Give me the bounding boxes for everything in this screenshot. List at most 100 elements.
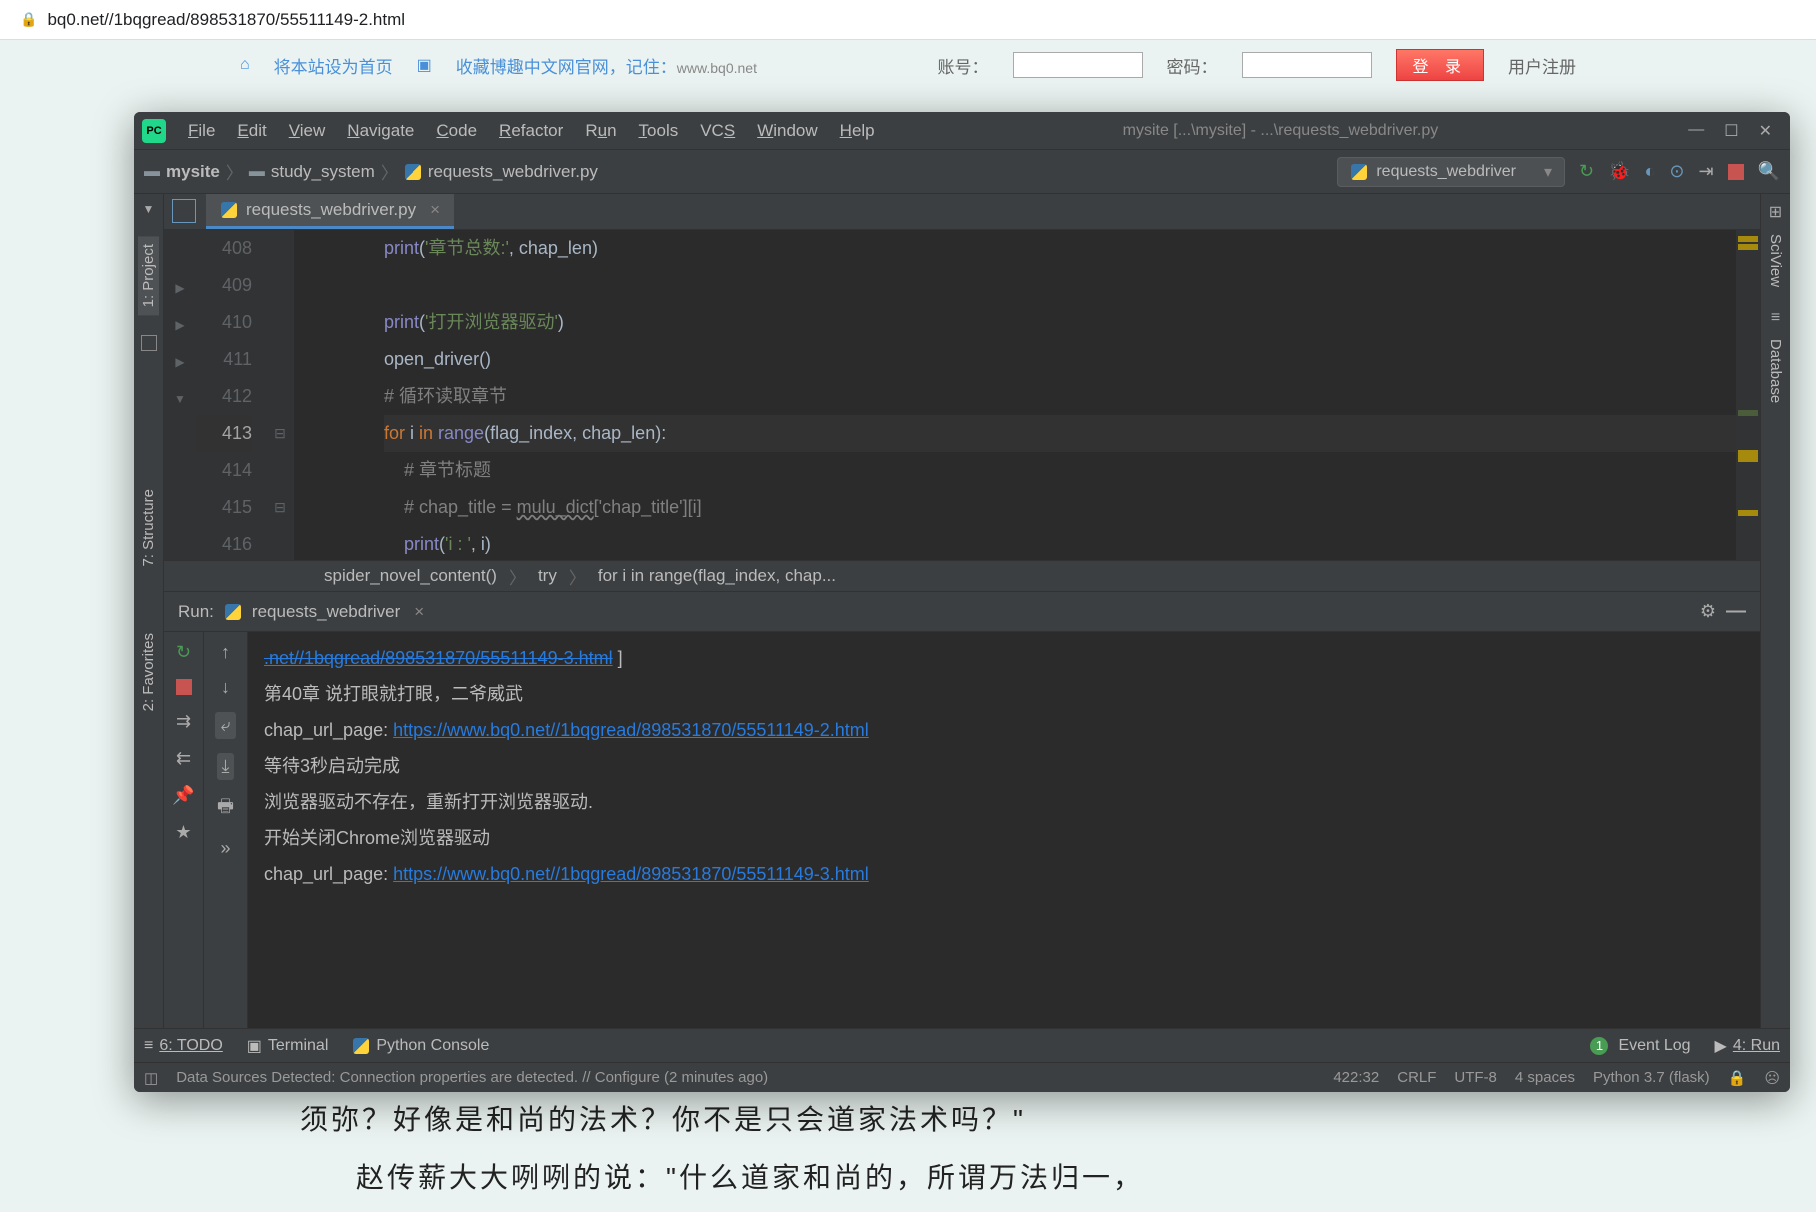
menu-run[interactable]: Run: [577, 117, 624, 145]
menu-vcs[interactable]: VCS: [692, 117, 743, 145]
marker-bar[interactable]: [1736, 230, 1760, 560]
right-tool-strip: ⊞ SciView ≡ Database: [1760, 194, 1790, 1028]
crumb-item[interactable]: for i in range(flag_index, chap...: [598, 566, 836, 586]
python-console-tab[interactable]: Python Console: [352, 1037, 489, 1055]
breadcrumb-file[interactable]: requests_webdriver.py: [428, 162, 598, 182]
python-icon: [224, 603, 242, 621]
stop-icon[interactable]: [176, 679, 192, 695]
pin-icon[interactable]: 📌: [172, 785, 194, 806]
status-icon[interactable]: ◫: [144, 1069, 158, 1087]
code-editor[interactable]: ▶▶▶▼ 408409410411412413414415416 ⊟⊟ prin…: [164, 230, 1760, 560]
left-tool-strip: ▼ 1: Project 7: Structure 2: Favorites: [134, 194, 164, 1028]
caret-position[interactable]: 422:32: [1333, 1069, 1379, 1086]
run-panel-label: Run:: [178, 602, 214, 622]
menu-file[interactable]: File: [180, 117, 223, 145]
python-icon: [352, 1037, 370, 1055]
folder-icon: ▬: [249, 163, 265, 181]
menu-refactor[interactable]: Refactor: [491, 117, 571, 145]
login-button[interactable]: 登 录: [1396, 49, 1484, 81]
search-icon[interactable]: 🔍: [1758, 161, 1780, 182]
account-input[interactable]: [1013, 52, 1143, 78]
menu-help[interactable]: Help: [832, 117, 883, 145]
coverage-icon[interactable]: ◐: [1645, 161, 1656, 182]
minimize-button[interactable]: —: [1688, 121, 1704, 141]
fold-gutter: ▶▶▶▼: [164, 230, 196, 560]
menu-code[interactable]: Code: [428, 117, 485, 145]
menubar: File Edit View Navigate Code Refactor Ru…: [180, 117, 883, 145]
run-panel-header: Run: requests_webdriver × ⚙ —: [164, 592, 1760, 632]
url-text[interactable]: bq0.net//1bqgread/898531870/55511149-2.h…: [47, 10, 1796, 30]
chevron-down-icon[interactable]: ▼: [143, 202, 155, 216]
close-icon[interactable]: ×: [414, 602, 424, 622]
run-config-selector[interactable]: requests_webdriver ▾: [1337, 157, 1565, 187]
stop-icon[interactable]: [1728, 164, 1744, 180]
tool-icon[interactable]: [141, 335, 157, 351]
navigation-bar: ▬ mysite 〉 ▬ study_system 〉 requests_web…: [134, 150, 1790, 194]
database-icon[interactable]: ≡: [1771, 309, 1780, 327]
project-view-icon[interactable]: [172, 199, 196, 223]
project-tool-tab[interactable]: 1: Project: [138, 236, 159, 315]
set-homepage-link[interactable]: 将本站设为首页: [274, 53, 393, 78]
rerun-icon[interactable]: ↻: [176, 642, 191, 663]
register-link[interactable]: 用户注册: [1508, 53, 1576, 78]
crumb-item[interactable]: spider_novel_content(): [324, 566, 497, 586]
editor-tab[interactable]: requests_webdriver.py ×: [206, 194, 454, 229]
close-tab-icon[interactable]: ×: [430, 200, 440, 220]
grid-icon[interactable]: ⊞: [1769, 202, 1782, 222]
minimize-panel-icon[interactable]: —: [1726, 600, 1746, 623]
scroll-icon[interactable]: ⤓: [217, 753, 235, 780]
structure-tool-tab[interactable]: 7: Structure: [138, 481, 159, 575]
attach-icon[interactable]: ⇥: [1698, 161, 1713, 182]
sciview-tool-tab[interactable]: SciView: [1765, 226, 1786, 295]
window-title: mysite [...\mysite] - ...\requests_webdr…: [883, 122, 1679, 140]
terminal-tab[interactable]: ▣ Terminal: [247, 1036, 329, 1056]
gear-icon[interactable]: ⚙: [1700, 601, 1716, 622]
up-icon[interactable]: ↑: [221, 642, 230, 663]
indent[interactable]: 4 spaces: [1515, 1069, 1575, 1086]
print-icon[interactable]: 🖶: [217, 794, 234, 824]
favorites-tool-tab[interactable]: 2: Favorites: [138, 625, 159, 719]
hector-icon[interactable]: ☹: [1764, 1069, 1780, 1087]
console-output[interactable]: .net//1bqgread/898531870/55511149-3.html…: [248, 632, 1760, 1028]
layout-icon[interactable]: ⇉: [176, 711, 191, 732]
database-tool-tab[interactable]: Database: [1765, 331, 1786, 411]
account-label: 账号：: [938, 53, 989, 78]
python-icon: [404, 163, 422, 181]
event-log-tab[interactable]: 1Event Log: [1590, 1037, 1690, 1055]
run-panel-body: ↻ ⇉ ⇇ 📌 ★ ↑ ↓ ⤶ ⤓ 🖶 » .net//1bqgread/898…: [164, 632, 1760, 1028]
maximize-button[interactable]: ☐: [1724, 121, 1738, 141]
run-tab[interactable]: ▶ 4: Run: [1715, 1036, 1780, 1056]
layout-icon[interactable]: ⇇: [176, 748, 191, 769]
run-icon[interactable]: ↻: [1579, 161, 1594, 182]
breadcrumb-pkg[interactable]: study_system: [271, 162, 375, 182]
pycharm-icon: PC: [142, 119, 166, 143]
star-icon[interactable]: ★: [175, 822, 191, 843]
code-breadcrumb: spider_novel_content() 〉 try 〉 for i in …: [164, 560, 1760, 592]
bookmark-link[interactable]: 收藏博趣中文网官网，记住：www.bq0.net: [456, 53, 757, 78]
pycharm-window: PC File Edit View Navigate Code Refactor…: [134, 112, 1790, 1092]
more-icon[interactable]: »: [220, 838, 230, 859]
lock-icon[interactable]: 🔒: [1728, 1069, 1747, 1087]
crumb-item[interactable]: try: [538, 566, 557, 586]
debug-icon[interactable]: 🐞: [1608, 161, 1630, 182]
line-ending[interactable]: CRLF: [1397, 1069, 1436, 1086]
menu-tools[interactable]: Tools: [631, 117, 687, 145]
run-tools-secondary: ↑ ↓ ⤶ ⤓ 🖶 »: [204, 632, 248, 1028]
menu-view[interactable]: View: [281, 117, 334, 145]
menu-edit[interactable]: Edit: [229, 117, 274, 145]
fold-gutter-2: ⊟⊟: [266, 230, 294, 560]
interpreter[interactable]: Python 3.7 (flask): [1593, 1069, 1710, 1086]
todo-tab[interactable]: ≡ 6: TODO: [144, 1037, 223, 1055]
menu-navigate[interactable]: Navigate: [339, 117, 422, 145]
profile-icon[interactable]: ⊙: [1669, 161, 1684, 182]
chevron-down-icon: ▾: [1544, 162, 1552, 182]
breadcrumb-root[interactable]: mysite: [166, 162, 220, 182]
close-button[interactable]: ✕: [1759, 121, 1772, 141]
encoding[interactable]: UTF-8: [1454, 1069, 1497, 1086]
down-icon[interactable]: ↓: [221, 677, 230, 698]
password-input[interactable]: [1242, 52, 1372, 78]
wrap-icon[interactable]: ⤶: [215, 712, 235, 739]
status-message[interactable]: Data Sources Detected: Connection proper…: [176, 1069, 768, 1086]
menu-window[interactable]: Window: [749, 117, 825, 145]
code-content[interactable]: print('章节总数:', chap_len) print('打开浏览器驱动'…: [294, 230, 1736, 560]
